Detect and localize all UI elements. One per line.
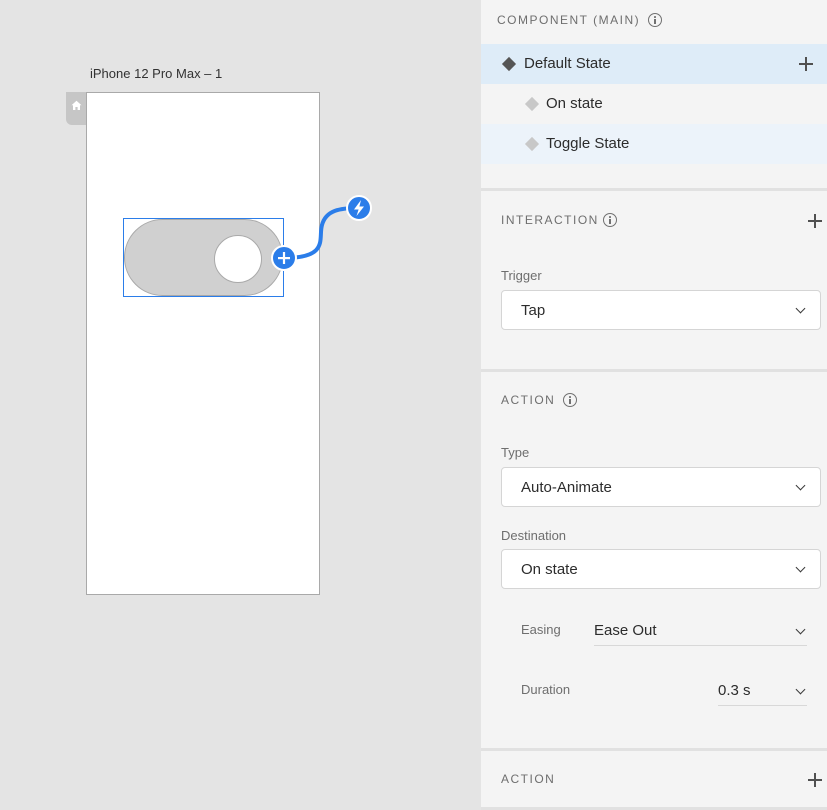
easing-label: Easing (521, 622, 561, 637)
section-divider (481, 369, 827, 372)
trigger-value: Tap (521, 302, 546, 319)
add-state-icon[interactable] (799, 57, 813, 71)
duration-dropdown[interactable]: 0.3 s (718, 680, 807, 706)
interaction-wire (282, 206, 361, 260)
trigger-dropdown[interactable]: Tap (501, 290, 821, 330)
type-dropdown[interactable]: Auto-Animate (501, 467, 821, 507)
duration-label: Duration (521, 682, 571, 697)
easing-value: Ease Out (594, 622, 657, 639)
state-diamond-icon (524, 136, 540, 152)
action2-section-title: ACTION (501, 772, 556, 786)
chevron-down-icon (795, 480, 806, 491)
section-divider (481, 748, 827, 751)
trigger-label: Trigger (501, 268, 542, 283)
state-row-default[interactable]: Default State (481, 44, 827, 84)
interaction-section-title: INTERACTION (501, 213, 599, 227)
chevron-down-icon (795, 624, 806, 635)
state-row-toggle[interactable]: Toggle State (481, 124, 827, 164)
state-label: On state (546, 95, 603, 112)
main-state-diamond-icon (501, 56, 517, 72)
design-canvas[interactable]: iPhone 12 Pro Max – 1 (0, 0, 481, 810)
add-interaction-button[interactable] (808, 214, 822, 228)
chevron-down-icon (795, 684, 806, 695)
type-label: Type (501, 445, 530, 460)
easing-dropdown[interactable]: Ease Out (594, 620, 807, 646)
state-label: Default State (524, 55, 611, 72)
destination-label: Destination (501, 528, 567, 543)
destination-value: On state (521, 561, 578, 578)
action-section-title: ACTION (501, 393, 556, 407)
component-info-icon[interactable] (648, 13, 662, 27)
property-inspector: COMPONENT (MAIN) Default State On state … (481, 0, 827, 810)
type-value: Auto-Animate (521, 479, 612, 496)
duration-value: 0.3 s (718, 682, 751, 699)
component-section-title: COMPONENT (MAIN) (497, 13, 641, 27)
action-info-icon[interactable] (563, 393, 577, 407)
add-action-button[interactable] (808, 773, 822, 787)
chevron-down-icon (795, 303, 806, 314)
prototype-wire (271, 195, 372, 271)
add-interaction-icon[interactable] (271, 245, 297, 271)
state-row-on[interactable]: On state (481, 84, 827, 124)
interaction-trigger-icon[interactable] (346, 195, 372, 221)
destination-dropdown[interactable]: On state (501, 549, 821, 589)
state-label: Toggle State (546, 135, 630, 152)
chevron-down-icon (795, 562, 806, 573)
state-diamond-icon (524, 96, 540, 112)
interaction-info-icon[interactable] (603, 213, 617, 227)
section-divider (481, 188, 827, 191)
